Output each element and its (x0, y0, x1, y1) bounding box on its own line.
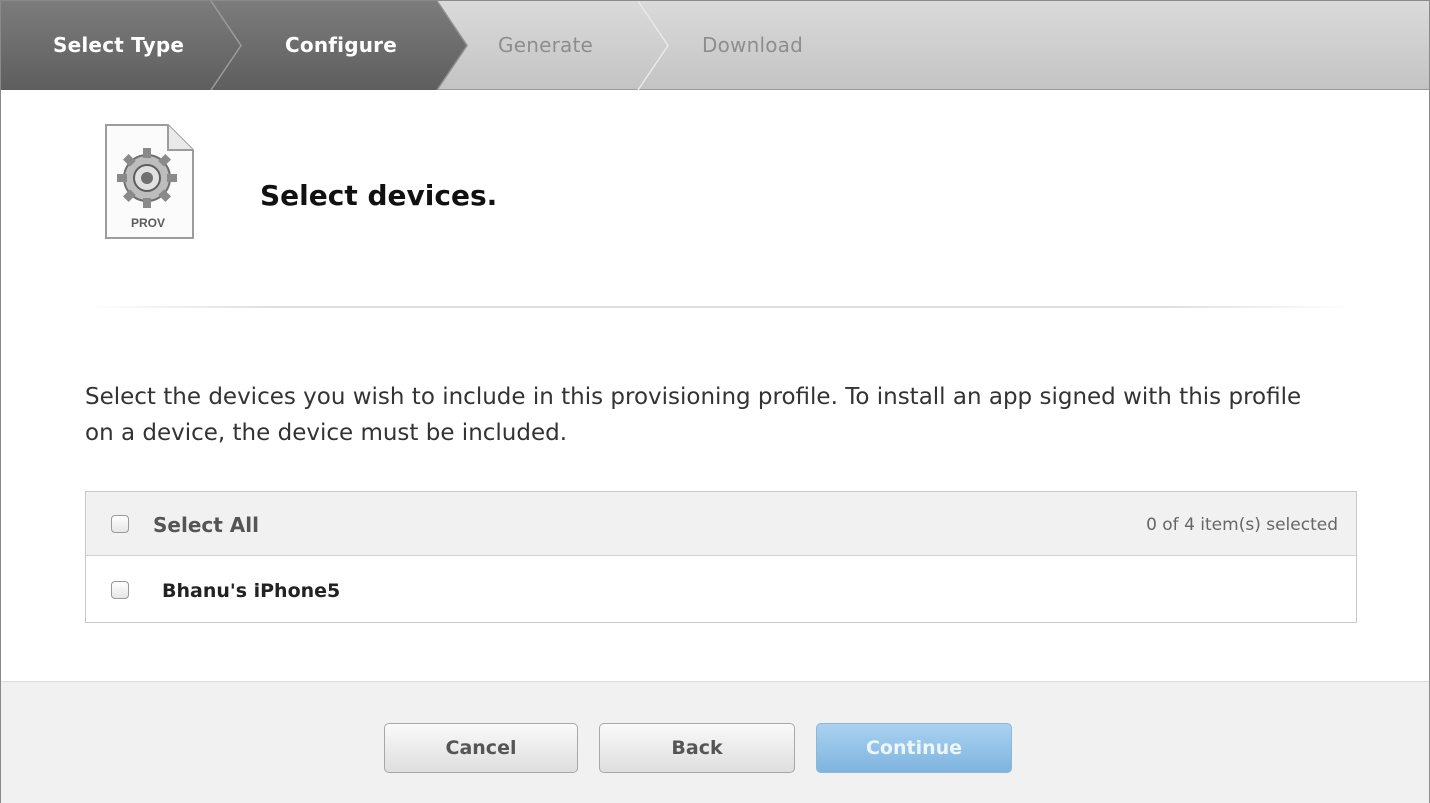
back-button[interactable]: Back (599, 723, 795, 773)
step-select-type: Select Type (53, 33, 185, 57)
footer-bar: Cancel Back Continue (1, 681, 1429, 803)
device-checkbox[interactable] (111, 581, 129, 599)
provisioning-wizard: Select Type Configure Generate Download … (0, 0, 1430, 803)
device-name[interactable]: Bhanu's iPhone5 (162, 580, 340, 602)
select-all-label[interactable]: Select All (153, 513, 259, 537)
page-title: Select devices. (260, 179, 498, 212)
gear-icon (117, 148, 177, 208)
step-download: Download (702, 33, 804, 57)
header-divider (85, 306, 1355, 308)
cancel-button[interactable]: Cancel (384, 723, 578, 773)
selected-count: 0 of 4 item(s) selected (1146, 515, 1338, 535)
step-separator-3 (637, 1, 669, 90)
prov-icon-label: PROV (131, 216, 165, 230)
instructions-text: Select the devices you wish to include i… (85, 384, 1302, 446)
device-table: Select All 0 of 4 item(s) selected Bhanu… (85, 491, 1357, 623)
step-configure: Configure (285, 33, 397, 57)
continue-button[interactable]: Continue (816, 723, 1012, 773)
provisioning-profile-icon: PROV (105, 124, 194, 239)
table-header-row: Select All 0 of 4 item(s) selected (86, 492, 1356, 556)
wizard-step-bar: Select Type Configure Generate Download (1, 1, 1429, 90)
select-all-checkbox[interactable] (111, 515, 129, 533)
step-generate: Generate (498, 33, 594, 57)
